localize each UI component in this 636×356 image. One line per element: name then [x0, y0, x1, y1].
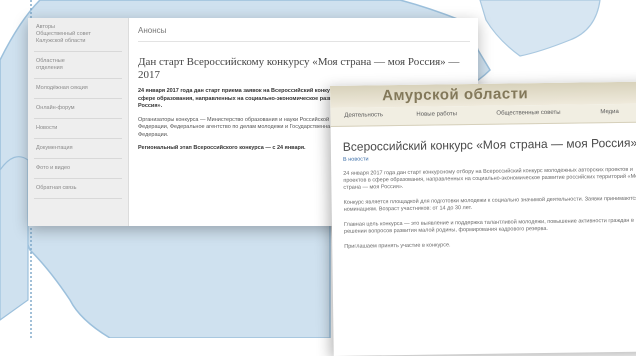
breadcrumb[interactable]: Анонсы — [138, 26, 470, 42]
article-title: Всероссийский конкурс «Моя страна — моя … — [342, 135, 636, 154]
article-link[interactable]: В новости — [343, 152, 636, 162]
sidebar-item[interactable]: Областные отделения — [34, 52, 122, 79]
map-region-shape — [479, 0, 601, 57]
sidebar-item[interactable]: Новости — [34, 119, 122, 139]
sidebar-item[interactable]: Авторы Общественный совет Калужской обла… — [34, 18, 122, 52]
article-paragraph: Конкурс является площадкой для подготовк… — [343, 195, 636, 213]
sidebar-item[interactable]: Молодёжная секция — [34, 79, 122, 99]
article-paragraph: 24 января 2017 года дан старт конкурсном… — [343, 166, 636, 191]
article-paragraph: Приглашаем принять участие в конкурсе. — [344, 242, 451, 250]
nav-item[interactable]: Медиа — [600, 109, 619, 115]
article-content: Всероссийский конкурс «Моя страна — моя … — [343, 135, 636, 250]
article-title: Дан старт Всероссийскому конкурсу «Моя с… — [138, 56, 460, 81]
nav-item[interactable]: Общественные советы — [496, 110, 560, 117]
nav-item[interactable]: Новые работы — [416, 111, 457, 118]
sidebar-item[interactable]: Онлайн-форум — [34, 99, 122, 119]
sidebar-item[interactable]: Обратная связь — [34, 179, 122, 199]
article-paragraph-bold: Региональный этап Всероссийского конкурс… — [138, 145, 306, 151]
sidebar-item[interactable]: Фото и видео — [34, 159, 122, 179]
map-region-shape — [0, 156, 29, 321]
top-nav: Деятельность Новые работы Общественные с… — [330, 103, 636, 127]
article-paragraph: Главная цель конкурса — это выявление и … — [343, 217, 634, 235]
site-title[interactable]: Амурской области — [382, 85, 528, 104]
sidebar: Авторы Общественный совет Калужской обла… — [28, 18, 129, 226]
nav-item[interactable]: Деятельность — [344, 112, 383, 119]
article-window-right: Амурской области Деятельность Новые рабо… — [330, 81, 636, 356]
sidebar-item[interactable]: Документация — [34, 139, 122, 159]
